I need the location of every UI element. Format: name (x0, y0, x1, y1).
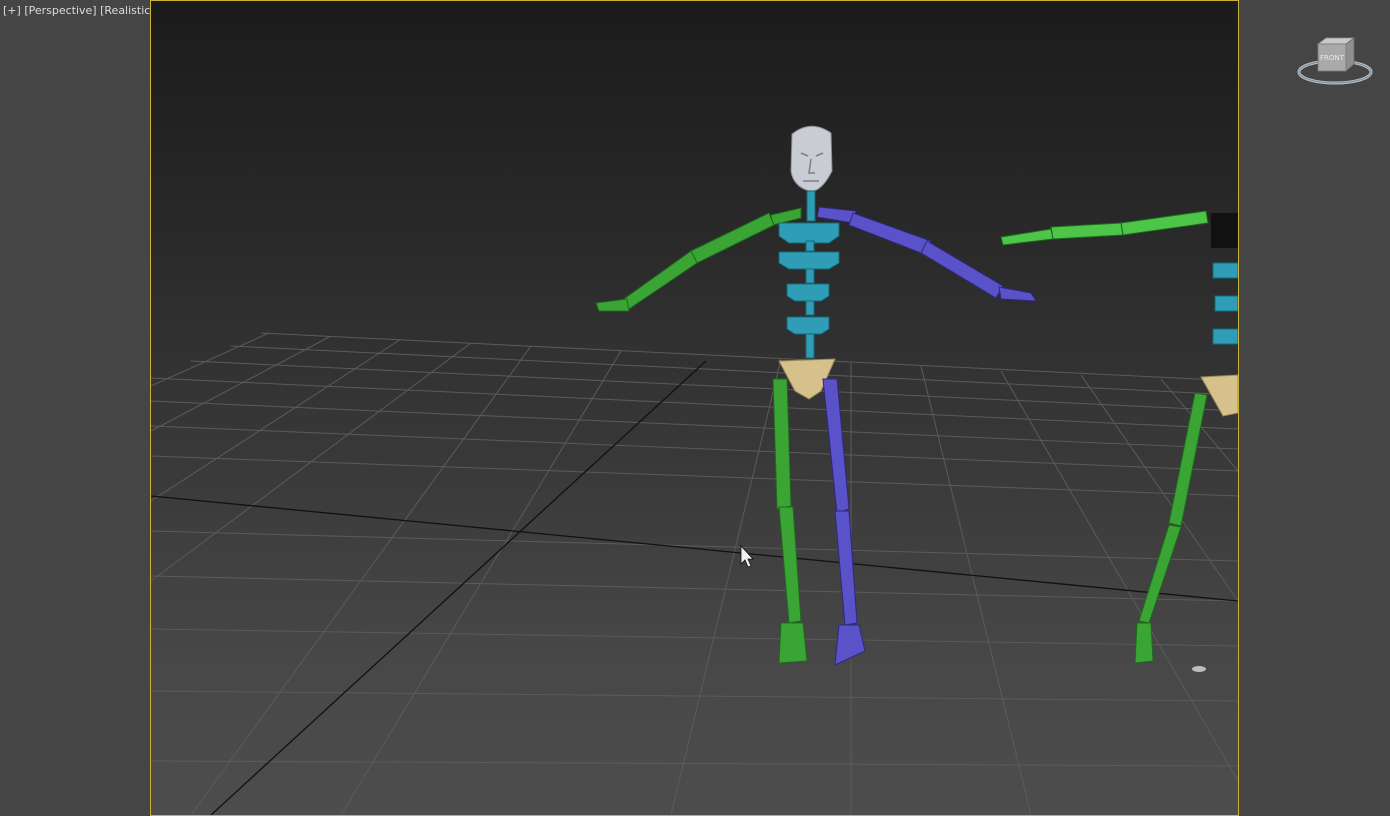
viewport-point-of-view[interactable]: [Perspective] (24, 4, 96, 17)
viewport-scene (151, 125, 1238, 815)
viewport-label: [+] [Perspective] [Realistic] (3, 4, 155, 17)
viewport-menu-plus[interactable]: [+] (3, 4, 21, 17)
perspective-viewport[interactable] (150, 0, 1239, 816)
biped-left-leg (772, 378, 808, 664)
viewcube-icon[interactable]: FRONT (1296, 34, 1374, 90)
biped-left-arm (595, 207, 802, 312)
viewcube[interactable]: FRONT (1296, 34, 1374, 90)
biped-head (790, 125, 833, 192)
mouse-cursor (740, 544, 754, 568)
biped-right-leg (822, 378, 866, 666)
viewport-shading-mode[interactable]: [Realistic] (100, 4, 155, 17)
biped-skeleton-main[interactable] (595, 125, 1037, 666)
viewcube-face-label[interactable]: FRONT (1320, 54, 1345, 62)
biped-skeleton-secondary[interactable] (1000, 210, 1238, 672)
home-grid (151, 332, 1238, 815)
biped-right-arm (816, 206, 1037, 302)
